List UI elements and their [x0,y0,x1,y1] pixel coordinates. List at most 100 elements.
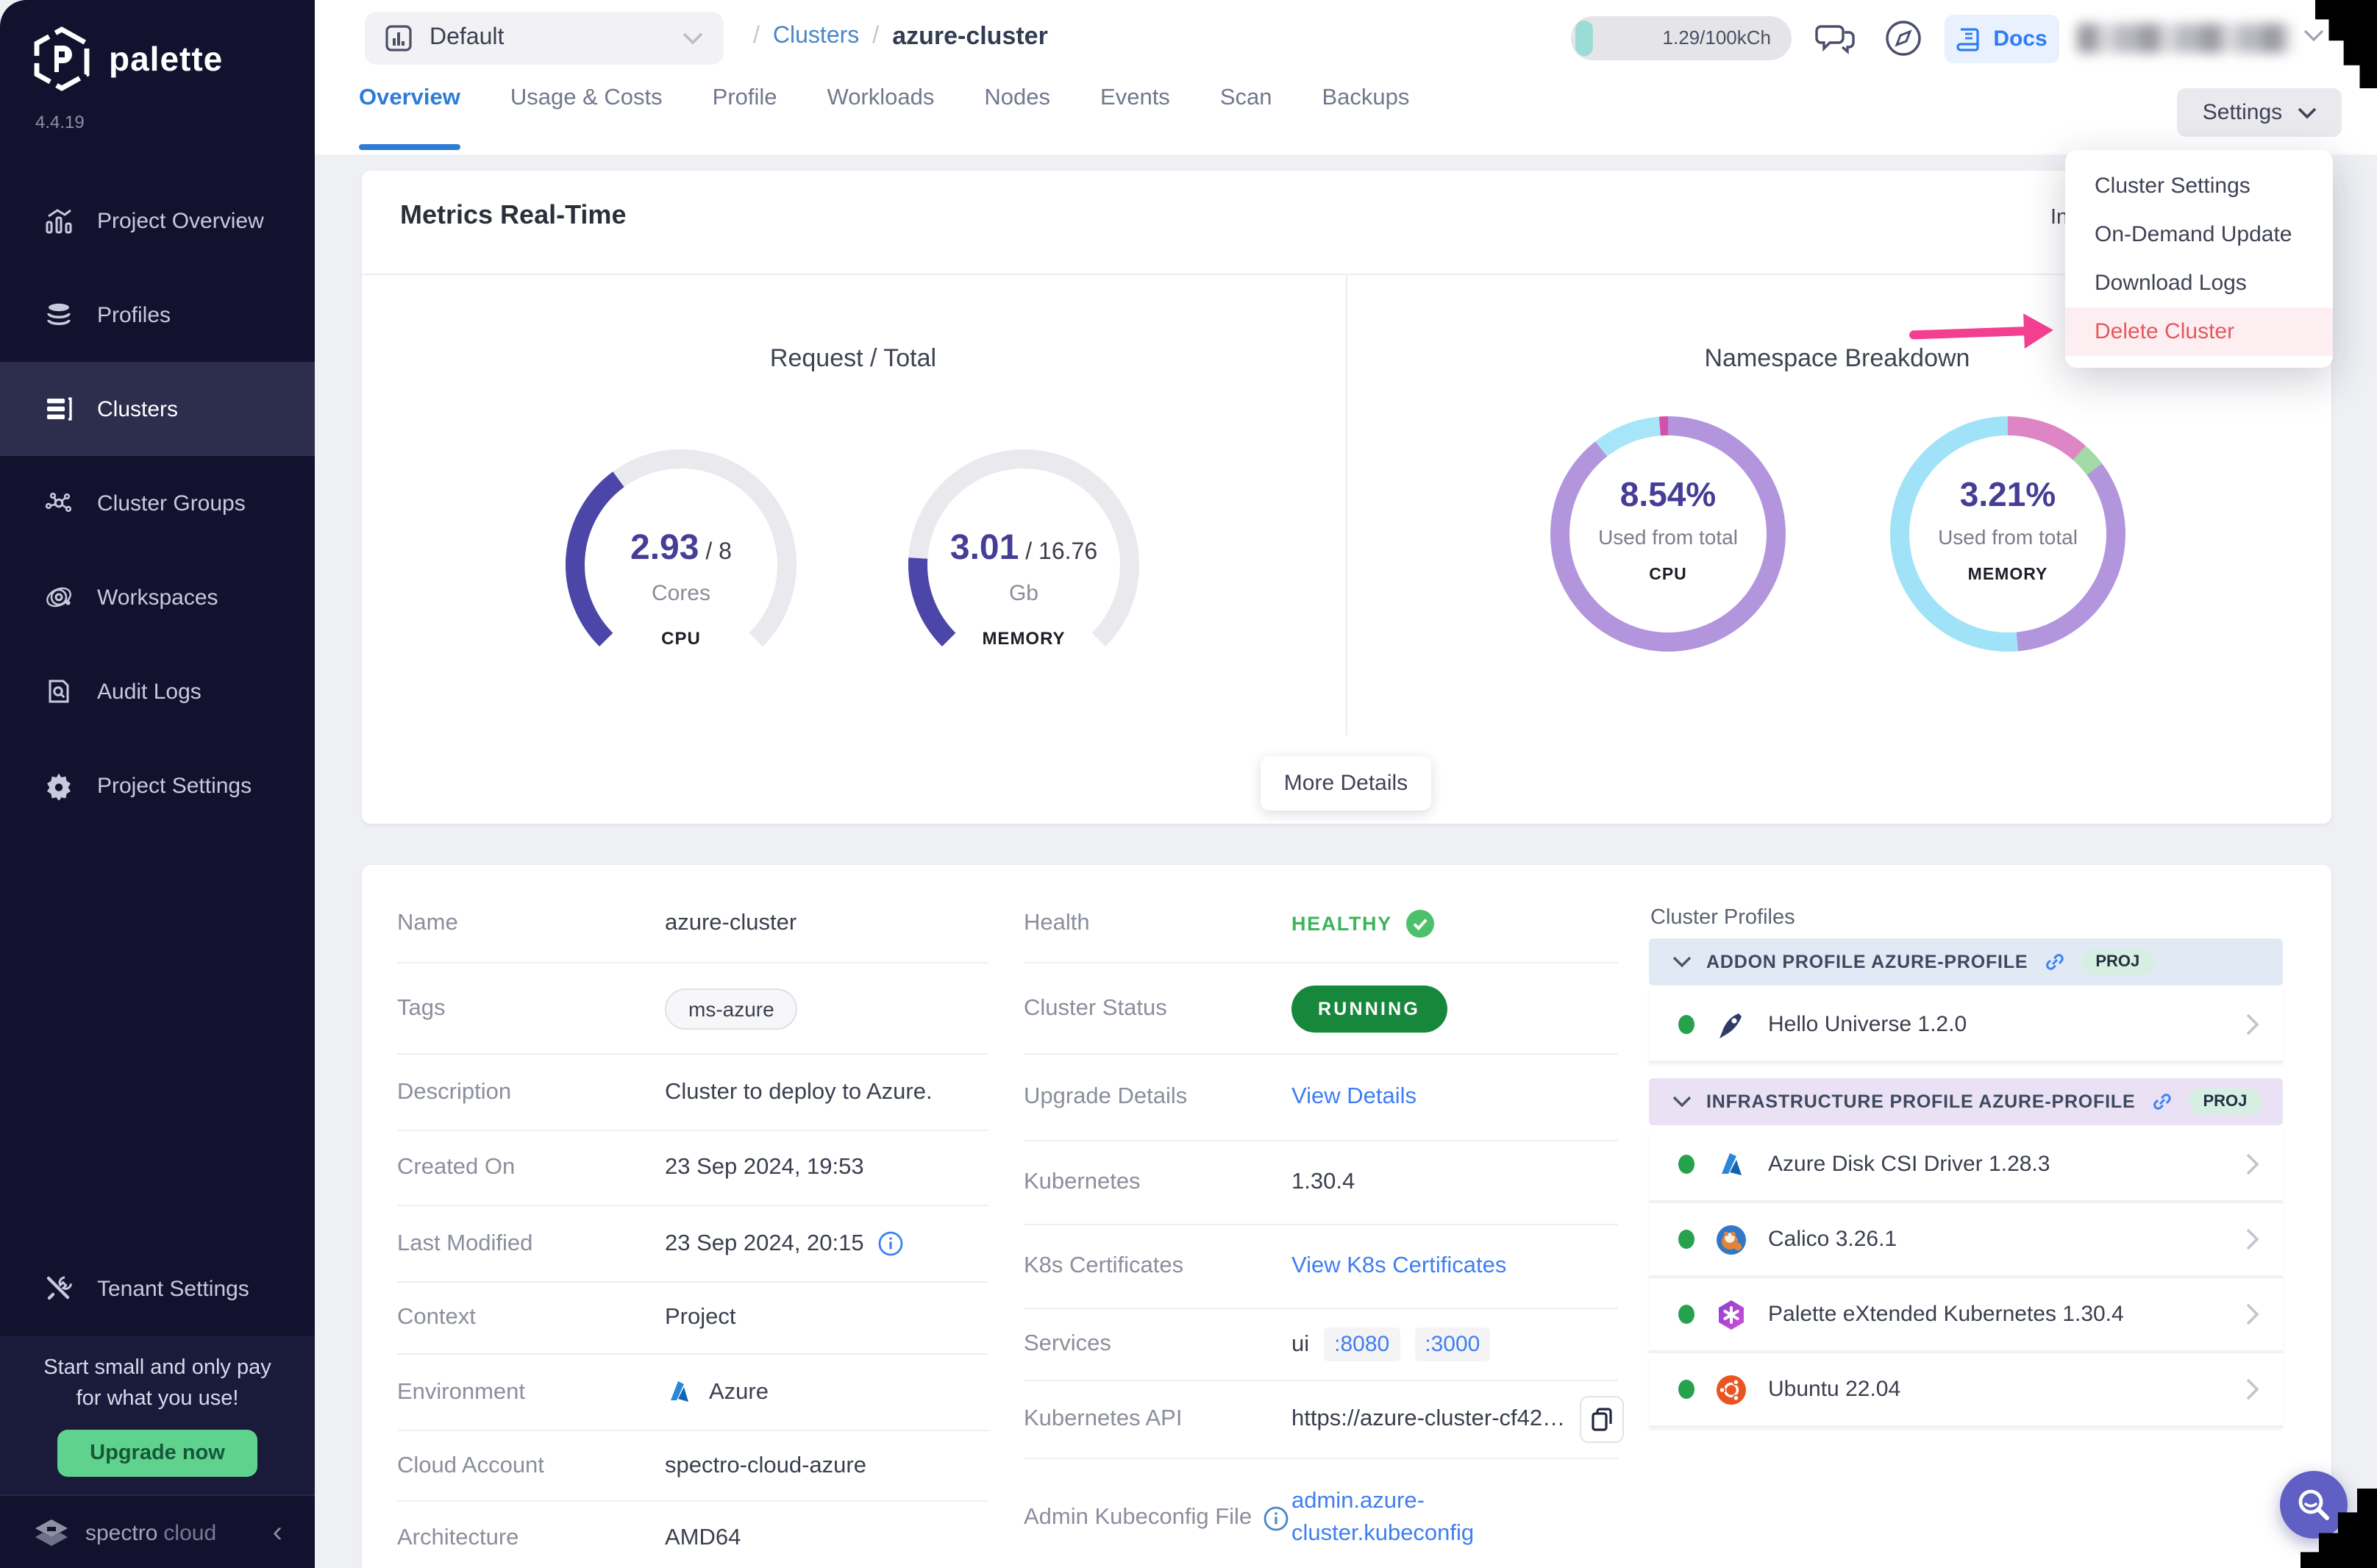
sidebar-item-cluster-groups[interactable]: Cluster Groups [0,456,315,550]
palette-logo[interactable]: palette [32,26,223,91]
namespace-cpu-label: CPU [1550,566,1786,584]
sidebar-item-label: Clusters [97,396,178,421]
usage-quota-badge[interactable]: 1.29/100kCh [1571,16,1792,60]
link-icon[interactable] [2042,950,2066,974]
row-label: Created On [397,1155,515,1181]
memory-request-value: 3.01 [950,528,1019,568]
view-k8s-certificates-link[interactable]: View K8s Certificates [1291,1253,1506,1280]
tab-scan[interactable]: Scan [1220,85,1272,118]
tab-overview[interactable]: Overview [359,85,460,118]
profile-item-name: Hello Universe 1.2.0 [1768,1012,1967,1037]
sidebar-item-clusters[interactable]: Clusters [0,362,315,456]
status-dot [1678,1230,1694,1249]
tab-nodes[interactable]: Nodes [984,85,1050,118]
tab-profile[interactable]: Profile [713,85,777,118]
sidebar-item-tenant-settings[interactable]: Tenant Settings [0,1247,315,1330]
detail-row-context: Context Project [397,1283,988,1355]
memory-gauge-label: MEMORY [899,628,1149,649]
hello-universe-icon [1715,1008,1747,1041]
detail-row-environment: Environment Azure [397,1355,988,1431]
profile-item-hello-universe[interactable]: Hello Universe 1.2.0 [1649,988,2283,1063]
cluster-profiles-panel: ADDON PROFILE AZURE-PROFILE PROJ Hello U… [1649,938,2283,1428]
copy-icon [1592,1408,1612,1431]
sidebar-nav: Project Overview Profiles Clusters Clust… [0,174,315,833]
profile-item-name: Calico 3.26.1 [1768,1227,1897,1252]
tag-chip[interactable]: ms-azure [665,988,798,1029]
row-value: Cluster to deploy to Azure. [665,1079,933,1105]
user-menu-redacted[interactable] [2077,24,2292,53]
profile-item-ubuntu[interactable]: Ubuntu 22.04 [1649,1353,2283,1428]
docs-button[interactable]: Docs [1945,15,2059,63]
kubernetes-version: 1.30.4 [1291,1169,1355,1196]
row-label: Architecture [397,1525,518,1552]
namespace-memory-percent: 3.21% [1890,475,2125,515]
sidebar-item-label: Project Settings [97,773,252,798]
tab-workloads[interactable]: Workloads [827,85,935,118]
menu-item-cluster-settings[interactable]: Cluster Settings [2065,162,2333,210]
slash: / [705,540,712,565]
metrics-card: Metrics Real-Time In Request / Total 2.9… [362,171,2331,824]
profile-item-calico[interactable]: Calico 3.26.1 [1649,1203,2283,1278]
profile-header-text: ADDON PROFILE AZURE-PROFILE [1706,952,2028,972]
compass-icon[interactable] [1883,18,1924,59]
details-left-column: Name azure-cluster Tags ms-azure Descrip… [397,885,988,1568]
menu-item-delete-cluster[interactable]: Delete Cluster [2065,307,2333,356]
user-chevron-down-icon[interactable] [2303,29,2324,43]
chevron-down-icon [2297,107,2316,118]
proj-badge: PROJ [2081,949,2154,975]
info-icon[interactable] [1264,1505,1289,1530]
cpu-gauge-label: CPU [556,628,806,649]
more-details-button[interactable]: More Details [1261,756,1431,810]
workspaces-icon [44,582,74,612]
chat-icon[interactable] [1815,18,1856,59]
pxk-icon [1715,1298,1747,1330]
namespace-memory-subtext: Used from total [1890,525,2125,549]
upgrade-now-button[interactable]: Upgrade now [57,1430,257,1477]
usage-quota-text: 1.29/100kCh [1663,26,1771,49]
book-icon [1956,26,1981,52]
breadcrumb-link-clusters[interactable]: Clusters [773,24,859,50]
view-details-link[interactable]: View Details [1291,1084,1416,1111]
app-screen: Default / Clusters / azure-cluster 1.29/… [0,0,2377,1568]
tab-events[interactable]: Events [1100,85,1170,118]
search-fab-button[interactable] [2280,1471,2348,1539]
tab-usage-costs[interactable]: Usage & Costs [510,85,663,118]
addon-profile-header[interactable]: ADDON PROFILE AZURE-PROFILE PROJ [1649,938,2283,986]
namespace-memory-label: MEMORY [1890,566,2125,584]
info-icon[interactable] [879,1231,904,1256]
row-label: Kubernetes [1024,1169,1141,1196]
row-label: Tags [397,995,446,1022]
menu-item-on-demand-update[interactable]: On-Demand Update [2065,210,2333,259]
sidebar-item-project-overview[interactable]: Project Overview [0,174,315,268]
infrastructure-profile-header[interactable]: INFRASTRUCTURE PROFILE AZURE-PROFILE PRO… [1649,1078,2283,1125]
service-port-link[interactable]: :8080 [1324,1328,1400,1361]
detail-row-health: Health HEALTHY [1024,885,1618,963]
menu-item-download-logs[interactable]: Download Logs [2065,259,2333,307]
sidebar-item-label: Workspaces [97,585,218,610]
row-label: Admin Kubeconfig File [1024,1505,1252,1531]
profile-item-pxk[interactable]: Palette eXtended Kubernetes 1.30.4 [1649,1278,2283,1353]
profile-item-azure-disk[interactable]: Azure Disk CSI Driver 1.28.3 [1649,1128,2283,1203]
status-dot [1678,1305,1694,1324]
sidebar-item-workspaces[interactable]: Workspaces [0,550,315,644]
settings-button[interactable]: Settings [2177,88,2342,137]
brand-name: palette [109,39,223,79]
namespace-cpu-subtext: Used from total [1550,525,1786,549]
status-dot [1678,1015,1694,1034]
project-selector[interactable]: Default [365,12,724,65]
link-icon[interactable] [2150,1090,2173,1113]
sidebar-item-audit-logs[interactable]: Audit Logs [0,644,315,738]
kubeconfig-link[interactable]: admin.azure- cluster.kubeconfig [1291,1486,1474,1550]
tab-backups[interactable]: Backups [1322,85,1410,118]
sidebar-item-profiles[interactable]: Profiles [0,268,315,362]
row-label: Context [397,1305,476,1331]
sidebar-collapse-icon[interactable]: ‹ [273,1518,282,1547]
chevron-right-icon [2246,1378,2259,1400]
copy-button[interactable] [1580,1396,1624,1443]
row-label: Cloud Account [397,1453,544,1479]
kubernetes-api-url: https://azure-cluster-cf42… [1291,1406,1565,1433]
service-port-link[interactable]: :3000 [1414,1328,1490,1361]
detail-row-description: Description Cluster to deploy to Azure. [397,1055,988,1131]
sidebar-item-project-settings[interactable]: Project Settings [0,738,315,833]
row-label: Kubernetes API [1024,1406,1182,1433]
